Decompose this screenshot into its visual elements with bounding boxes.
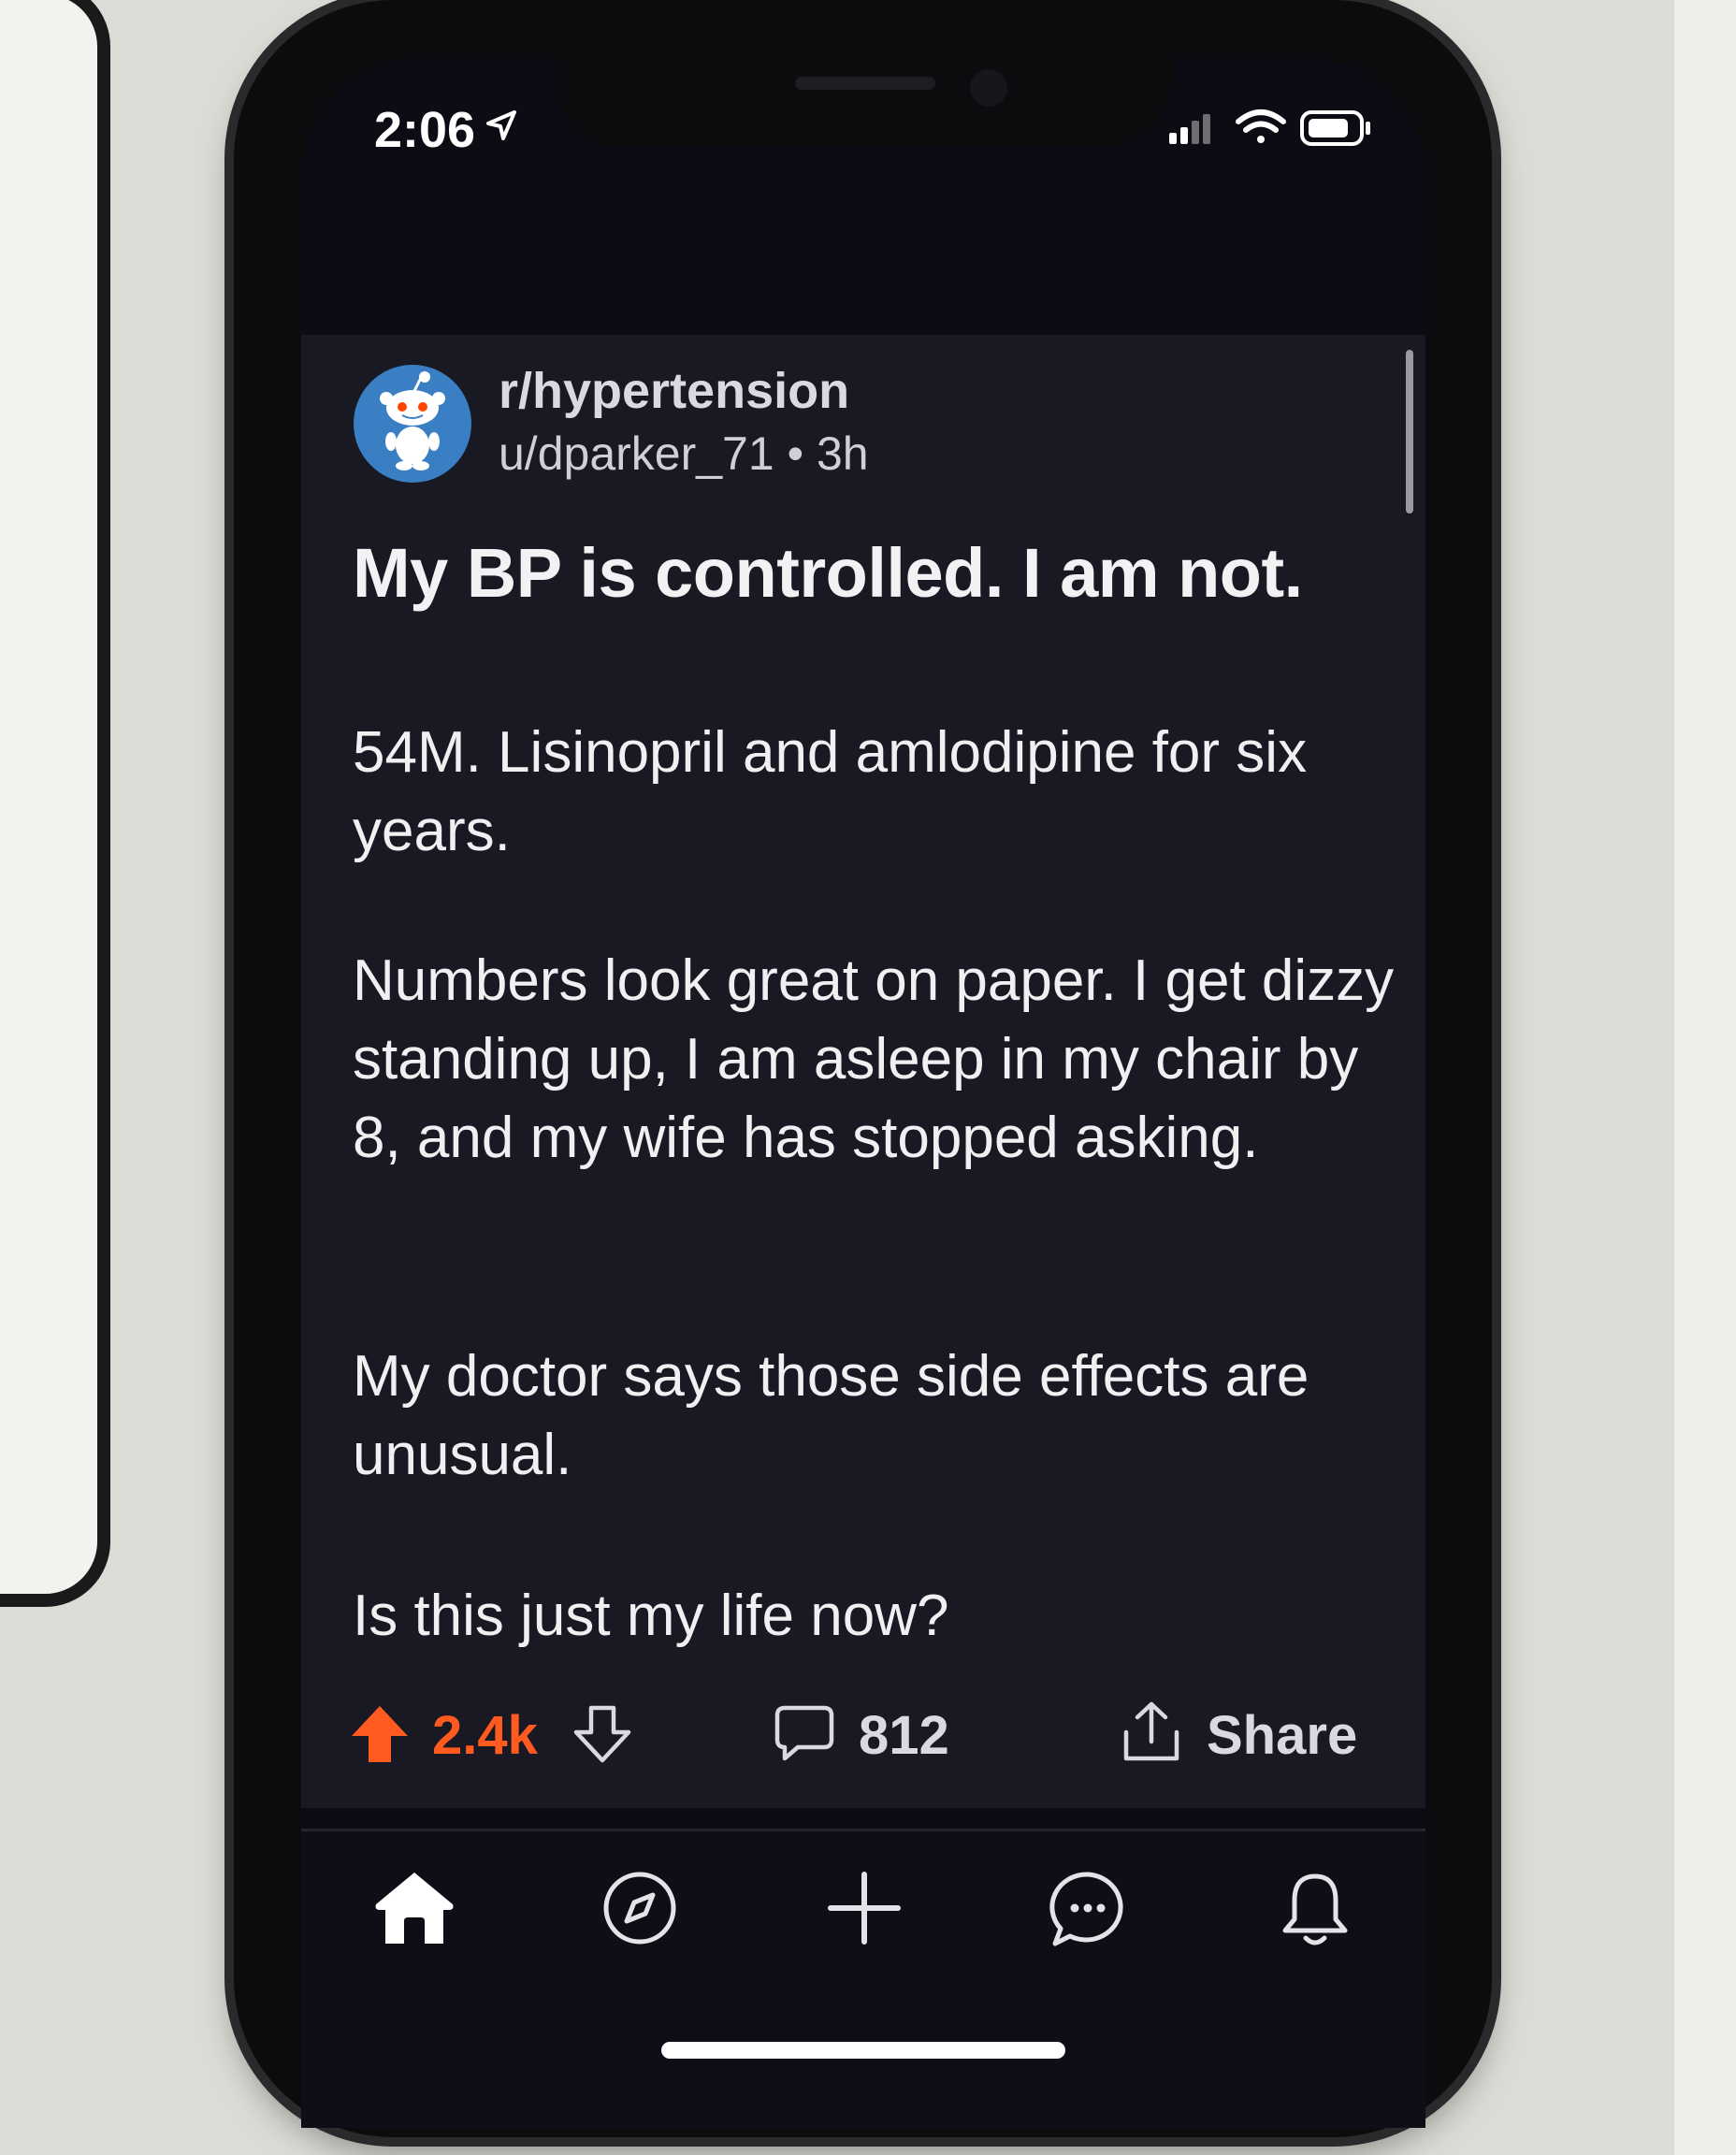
downvote-icon[interactable]: [572, 1702, 632, 1766]
home-icon[interactable]: [372, 1869, 456, 1947]
plus-icon[interactable]: [825, 1869, 904, 1947]
bell-icon[interactable]: [1278, 1869, 1353, 1951]
post-body-paragraph: Numbers look great on paper. I get dizzy…: [353, 948, 1395, 1170]
compass-icon[interactable]: [600, 1869, 679, 1947]
post-title: My BP is controlled. I am not.: [353, 534, 1303, 612]
wifi-icon: [1236, 109, 1286, 143]
signal-icon: [1169, 114, 1210, 144]
chat-icon[interactable]: [1048, 1869, 1128, 1949]
comment-count: 812: [859, 1705, 949, 1766]
status-time: 2:06: [374, 102, 476, 158]
background-wall: [1674, 0, 1736, 2155]
speaker-grille: [795, 77, 935, 90]
battery-icon: [1300, 110, 1370, 146]
meta-separator: •: [787, 427, 804, 480]
front-camera: [970, 69, 1007, 107]
upvote-icon[interactable]: [348, 1702, 412, 1766]
post-body-paragraph: My doctor says those side effects are un…: [353, 1344, 1309, 1487]
post-body-paragraph: 54M. Lisinopril and amlodipine for six y…: [353, 720, 1308, 863]
share-button[interactable]: Share: [1207, 1704, 1357, 1767]
subreddit-avatar[interactable]: [354, 365, 471, 483]
location-arrow-icon: [486, 110, 516, 140]
post-body-paragraph: Is this just my life now?: [353, 1584, 949, 1648]
adjacent-device: [0, 0, 110, 1607]
vote-count: 2.4k: [432, 1705, 538, 1766]
post-meta: u/dparker_71 • 3h: [499, 427, 869, 481]
author-name[interactable]: u/dparker_71: [499, 427, 774, 480]
share-icon[interactable]: [1119, 1699, 1184, 1766]
scrollbar[interactable]: [1406, 350, 1413, 513]
subreddit-name[interactable]: r/hypertension: [499, 362, 849, 420]
comment-icon[interactable]: [774, 1702, 835, 1764]
home-indicator[interactable]: [661, 2042, 1065, 2059]
post-age: 3h: [816, 427, 869, 480]
status-indicators: [1169, 109, 1370, 146]
snoo-icon: [380, 371, 445, 470]
notch: [555, 58, 1172, 147]
